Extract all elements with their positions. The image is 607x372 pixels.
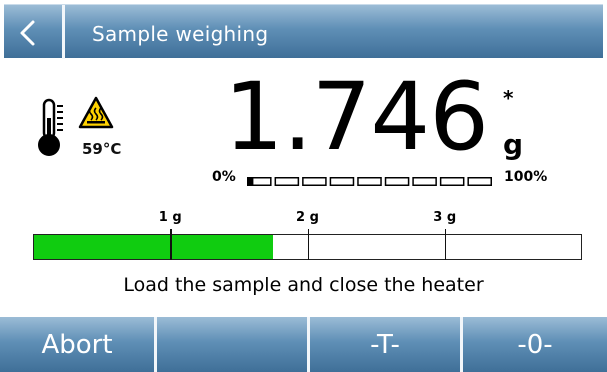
header-bar: Sample weighing xyxy=(4,4,603,59)
weighing-bar-tick-label: 1 g xyxy=(158,210,182,225)
page-title: Sample weighing xyxy=(92,22,269,46)
instruction-message: Load the sample and close the heater xyxy=(123,274,484,296)
header-divider xyxy=(62,5,65,59)
progress-segment xyxy=(302,177,327,186)
segmented-progress-bar xyxy=(247,177,492,186)
weight-unit: g xyxy=(503,128,524,161)
progress-segment xyxy=(274,177,300,186)
progress-segment xyxy=(384,177,410,186)
progress-segment xyxy=(357,177,382,186)
zero-button[interactable]: -0- xyxy=(463,317,607,372)
progress-segment xyxy=(439,177,465,186)
progress-segment xyxy=(467,177,492,186)
weighing-bar-fill xyxy=(34,235,273,259)
abort-button[interactable]: Abort xyxy=(0,317,154,372)
weighing-bar-tick-label: 2 g xyxy=(296,210,319,225)
progress-max-label: 100% xyxy=(504,169,548,185)
temperature-readout: 59°C xyxy=(82,140,122,158)
hot-surface-warning-icon xyxy=(78,96,114,129)
stability-indicator: * xyxy=(503,86,514,110)
screen: Sample weighing 59°C 1.746 * g 0% 100% 1… xyxy=(0,0,607,372)
weighing-bar-tick xyxy=(307,229,309,260)
thermometer-icon xyxy=(38,98,63,156)
chevron-left-icon xyxy=(20,20,35,46)
progress-segment xyxy=(412,177,437,186)
weighing-bar xyxy=(33,229,582,260)
progress-segment xyxy=(329,177,355,186)
weighing-bar-tick xyxy=(170,229,172,260)
empty-toolbar-button[interactable] xyxy=(157,317,307,372)
weighing-bar-tick-label: 3 g xyxy=(433,210,457,225)
weighing-bar-tick xyxy=(444,229,447,260)
progress-min-label: 0% xyxy=(212,169,236,185)
progress-fill xyxy=(248,178,254,185)
tare-button[interactable]: -T- xyxy=(310,317,460,372)
weight-value: 1.746 xyxy=(223,63,489,172)
back-button[interactable] xyxy=(4,5,61,59)
bottom-toolbar: Abort -T- -0- xyxy=(0,317,607,372)
